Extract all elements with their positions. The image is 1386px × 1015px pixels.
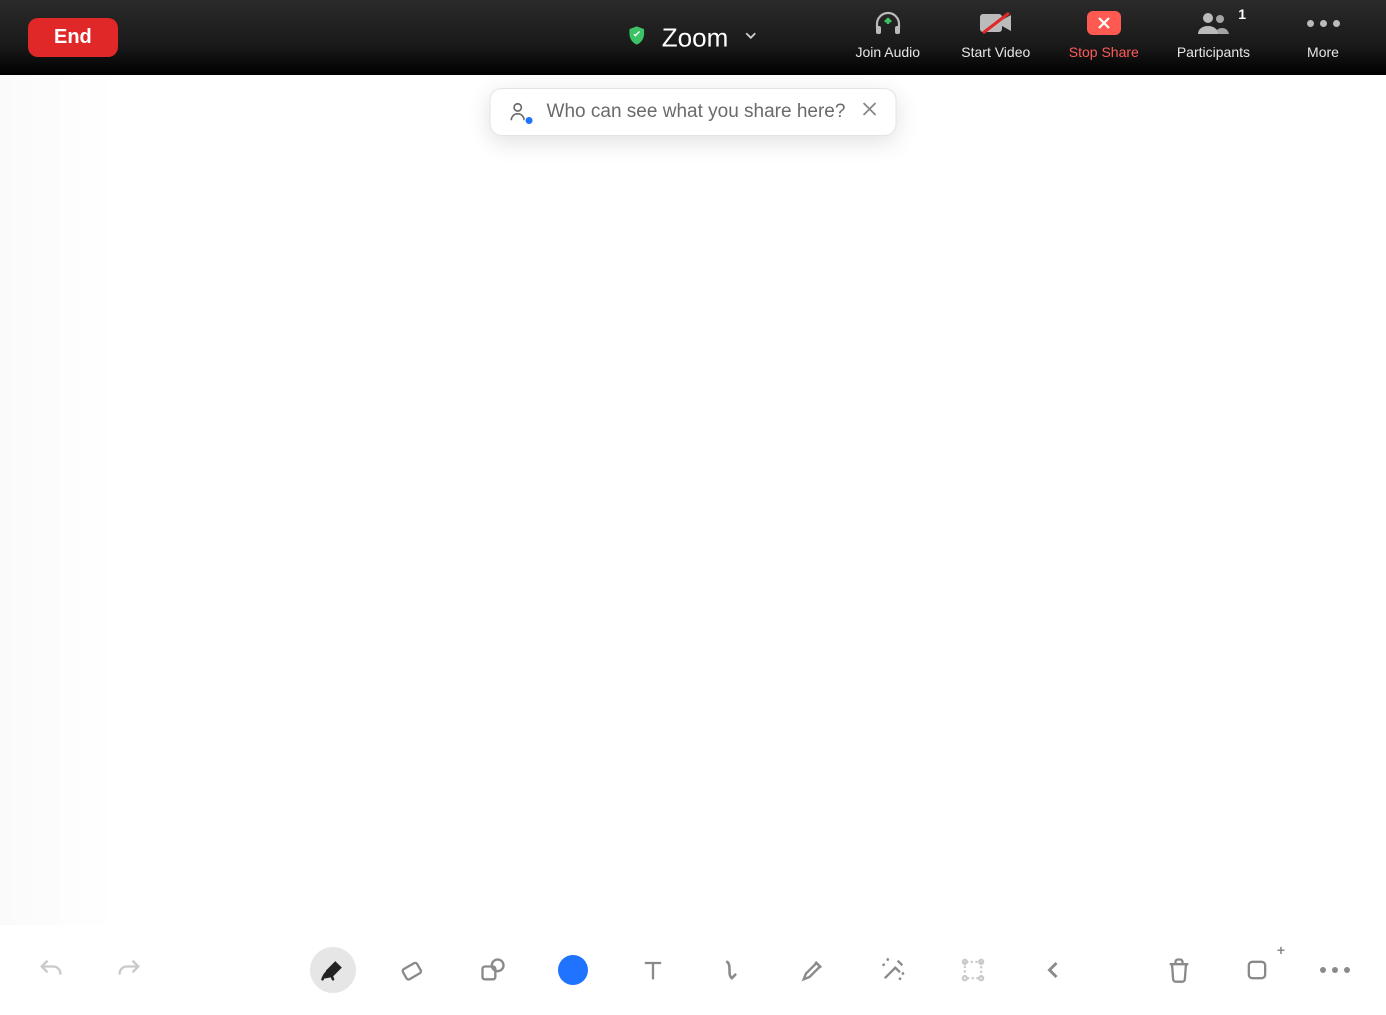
pen-tool-button[interactable] — [310, 947, 356, 993]
stop-share-label: Stop Share — [1069, 44, 1139, 60]
annotation-toolbar: + — [0, 925, 1386, 1015]
undo-button[interactable] — [28, 947, 74, 993]
headphones-icon — [873, 8, 903, 38]
toolbar-more-button[interactable] — [1312, 947, 1358, 993]
collapse-toolbar-button[interactable] — [1030, 947, 1076, 993]
participants-label: Participants — [1177, 44, 1250, 60]
banner-text[interactable]: Who can see what you share here? — [547, 101, 846, 123]
join-audio-label: Join Audio — [855, 44, 920, 60]
more-icon — [1307, 8, 1340, 38]
meeting-toolbar: End Zoom Join Audio — [0, 0, 1386, 75]
trash-button[interactable] — [1156, 947, 1202, 993]
stop-share-button[interactable]: Stop Share — [1069, 8, 1139, 60]
participants-icon — [1196, 8, 1230, 38]
end-button[interactable]: End — [28, 18, 118, 57]
app-name-label: Zoom — [662, 22, 728, 53]
person-info-icon — [509, 101, 531, 123]
video-off-icon — [979, 8, 1013, 38]
chevron-down-icon[interactable] — [742, 26, 760, 49]
redo-button[interactable] — [106, 947, 152, 993]
selection-tool-button[interactable] — [950, 947, 996, 993]
stop-share-icon — [1087, 11, 1121, 35]
more-button[interactable]: More — [1288, 8, 1358, 60]
ellipsis-icon — [1320, 967, 1350, 973]
shapes-tool-button[interactable] — [470, 947, 516, 993]
join-audio-button[interactable]: Join Audio — [853, 8, 923, 60]
start-video-button[interactable]: Start Video — [961, 8, 1031, 60]
eraser-tool-button[interactable] — [390, 947, 436, 993]
close-icon[interactable] — [861, 101, 877, 123]
line-tool-button[interactable] — [710, 947, 756, 993]
color-swatch-icon — [558, 955, 588, 985]
participants-button[interactable]: 1 Participants — [1177, 8, 1250, 60]
more-label: More — [1307, 44, 1339, 60]
plus-icon: + — [1277, 942, 1285, 958]
whiteboard-canvas[interactable] — [0, 75, 1386, 1015]
meeting-controls: Join Audio Start Video Stop Share — [853, 0, 1358, 75]
share-visibility-banner: Who can see what you share here? — [490, 88, 897, 136]
text-tool-button[interactable] — [630, 947, 676, 993]
highlighter-tool-button[interactable] — [790, 947, 836, 993]
start-video-label: Start Video — [961, 44, 1030, 60]
add-page-button[interactable]: + — [1234, 947, 1280, 993]
shield-icon — [626, 24, 648, 51]
spotlight-tool-button[interactable] — [870, 947, 916, 993]
participants-count: 1 — [1238, 6, 1246, 22]
meeting-title-group[interactable]: Zoom — [626, 22, 760, 53]
color-picker-button[interactable] — [550, 947, 596, 993]
